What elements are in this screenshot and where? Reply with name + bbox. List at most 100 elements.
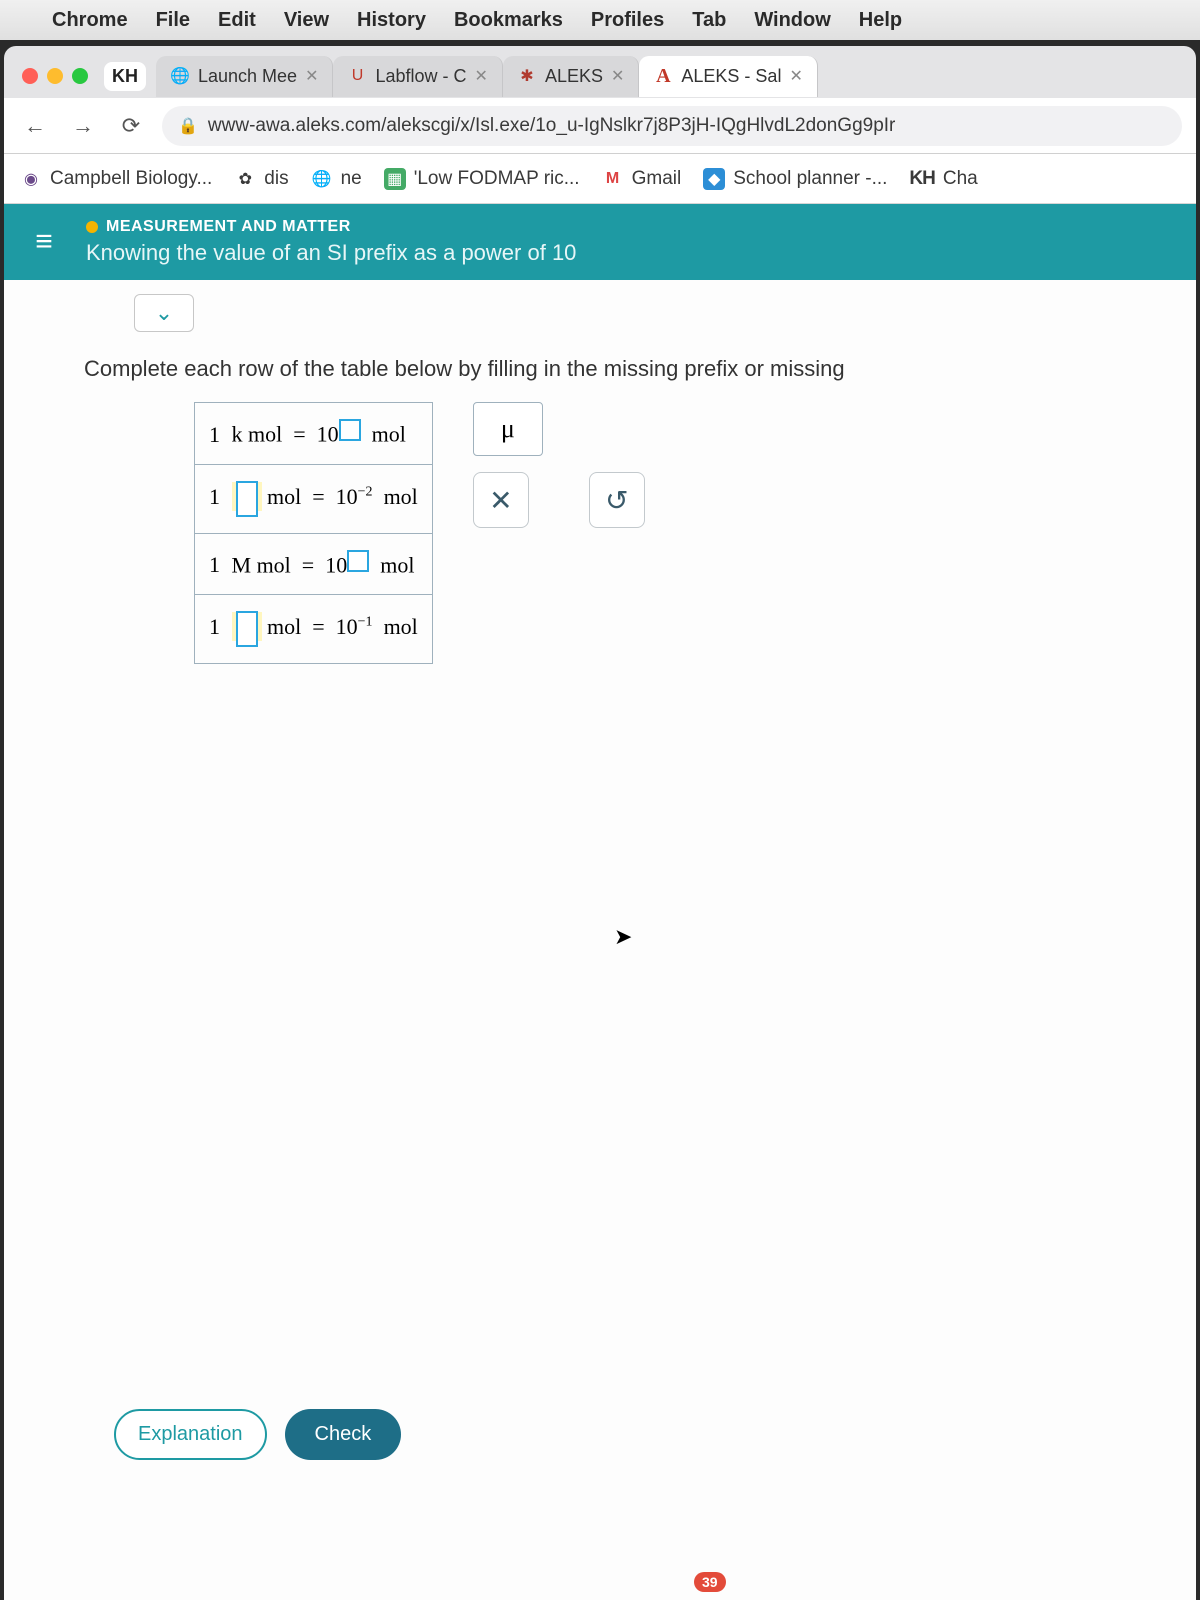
bookmark-label: dis (264, 168, 288, 190)
menubar-history[interactable]: History (357, 9, 426, 32)
coef: 1 (209, 552, 226, 577)
coef: 1 (209, 484, 226, 509)
undo-icon: ↺ (605, 484, 628, 517)
tab-labflow[interactable]: U Labflow - C ✕ (333, 56, 502, 97)
menubar-file[interactable]: File (156, 9, 190, 32)
gear-icon: ✿ (234, 168, 256, 190)
bookmark-label: Cha (943, 168, 978, 190)
toolbar: ← → ⟳ 🔒 www-awa.aleks.com/alekscgi/x/Isl… (4, 98, 1196, 154)
bookmark-campbell[interactable]: ◉ Campbell Biology... (20, 168, 212, 190)
reload-button[interactable]: ⟳ (114, 109, 148, 143)
table-row: 1 mol = 10−1 mol (195, 595, 433, 664)
close-icon[interactable]: ✕ (789, 66, 802, 86)
tab-label: ALEKS (545, 66, 603, 87)
close-window-icon[interactable] (22, 68, 38, 84)
exponent-input[interactable] (339, 419, 361, 441)
kh-icon: KH (909, 168, 934, 190)
bookmark-gmail[interactable]: M Gmail (602, 168, 682, 190)
bookmark-label: School planner -... (733, 168, 887, 190)
table-row: 1 M mol = 10 mol (195, 533, 433, 595)
explanation-button[interactable]: Explanation (114, 1409, 267, 1460)
unit: mol (372, 422, 406, 447)
action-buttons: Explanation Check (114, 1409, 401, 1460)
x-icon: ✕ (489, 484, 512, 517)
bookmarks-bar: ◉ Campbell Biology... ✿ dis 🌐 ne ▦ 'Low … (4, 154, 1196, 204)
expand-toggle[interactable]: ⌄ (134, 294, 194, 332)
close-icon[interactable]: ✕ (305, 66, 318, 86)
unit: mol (384, 484, 418, 509)
menubar-tab[interactable]: Tab (692, 9, 726, 32)
page-title: Knowing the value of an SI prefix as a p… (86, 240, 576, 266)
cursor-icon: ➤ (614, 924, 632, 950)
book-icon: ◉ (20, 168, 42, 190)
notification-badge[interactable]: 39 (694, 1572, 726, 1592)
tab-aleks-active[interactable]: A ALEKS - Sal ✕ (639, 56, 817, 97)
bookmark-dis[interactable]: ✿ dis (234, 168, 288, 190)
check-button[interactable]: Check (285, 1409, 402, 1460)
prefix: k (232, 422, 243, 447)
gmail-icon: M (602, 168, 624, 190)
unit: mol (248, 422, 282, 447)
coef: 1 (209, 614, 226, 639)
unit: mol (380, 552, 414, 577)
forward-button[interactable]: → (66, 109, 100, 143)
table-row: 1 mol = 10−2 mol (195, 464, 433, 533)
maximize-window-icon[interactable] (72, 68, 88, 84)
lock-icon: 🔒 (178, 116, 198, 136)
menubar-help[interactable]: Help (859, 9, 902, 32)
coef: 1 (209, 422, 226, 447)
back-button[interactable]: ← (18, 109, 52, 143)
address-bar[interactable]: 🔒 www-awa.aleks.com/alekscgi/x/Isl.exe/1… (162, 106, 1182, 146)
prefix-input[interactable] (236, 611, 258, 647)
unit: mol (257, 552, 291, 577)
page-content: ≡ MEASUREMENT AND MATTER Knowing the val… (4, 204, 1196, 1600)
bookmark-fodmap[interactable]: ▦ 'Low FODMAP ric... (384, 168, 580, 190)
exponent: −2 (358, 484, 373, 499)
unit: mol (384, 614, 418, 639)
hamburger-icon[interactable]: ≡ (22, 225, 66, 259)
menubar-bookmarks[interactable]: Bookmarks (454, 9, 563, 32)
table-row: 1 k mol = 10 mol (195, 403, 433, 465)
doc-icon: ▦ (384, 168, 406, 190)
equation-table: 1 k mol = 10 mol 1 mol = 10−2 mol (194, 402, 433, 664)
palette-clear-button[interactable]: ✕ (473, 472, 529, 528)
palette-reset-button[interactable]: ↺ (589, 472, 645, 528)
palette-mu-button[interactable]: μ (473, 402, 543, 456)
bookmark-label: 'Low FODMAP ric... (414, 168, 580, 190)
status-dot-icon (86, 221, 98, 233)
aleks-icon: A (653, 66, 673, 86)
tab-strip: KH 🌐 Launch Mee ✕ U Labflow - C ✕ ✱ ALEK… (4, 46, 1196, 98)
close-icon[interactable]: ✕ (611, 66, 624, 86)
unit: mol (267, 484, 301, 509)
tab-launch[interactable]: 🌐 Launch Mee ✕ (156, 56, 333, 97)
planner-icon: ◆ (703, 168, 725, 190)
menubar-app[interactable]: Chrome (52, 9, 128, 32)
unit: mol (267, 614, 301, 639)
question-prompt: Complete each row of the table below by … (4, 332, 1196, 392)
profile-badge[interactable]: KH (104, 62, 146, 91)
tab-aleks-1[interactable]: ✱ ALEKS ✕ (503, 56, 639, 97)
chevron-down-icon: ⌄ (155, 300, 173, 326)
exponent-input[interactable] (347, 550, 369, 572)
breadcrumb: MEASUREMENT AND MATTER (86, 218, 576, 236)
tab-label: ALEKS - Sal (681, 66, 781, 87)
menubar-view[interactable]: View (284, 9, 329, 32)
globe-icon: 🌐 (170, 66, 190, 86)
bookmark-planner[interactable]: ◆ School planner -... (703, 168, 887, 190)
aleks-header: ≡ MEASUREMENT AND MATTER Knowing the val… (4, 204, 1196, 280)
bookmark-cha[interactable]: KH Cha (909, 168, 977, 190)
exponent: −1 (358, 615, 373, 630)
minimize-window-icon[interactable] (47, 68, 63, 84)
close-icon[interactable]: ✕ (475, 66, 488, 86)
bookmark-ne[interactable]: 🌐 ne (311, 168, 362, 190)
globe-icon: 🌐 (311, 168, 333, 190)
prefix-input[interactable] (236, 481, 258, 517)
menubar-edit[interactable]: Edit (218, 9, 256, 32)
bookmark-label: Campbell Biology... (50, 168, 212, 190)
menubar-window[interactable]: Window (754, 9, 830, 32)
tab-label: Labflow - C (375, 66, 466, 87)
bookmark-label: Gmail (632, 168, 682, 190)
menubar-profiles[interactable]: Profiles (591, 9, 664, 32)
window-controls (22, 68, 88, 84)
tabs: 🌐 Launch Mee ✕ U Labflow - C ✕ ✱ ALEKS ✕… (156, 56, 1188, 97)
